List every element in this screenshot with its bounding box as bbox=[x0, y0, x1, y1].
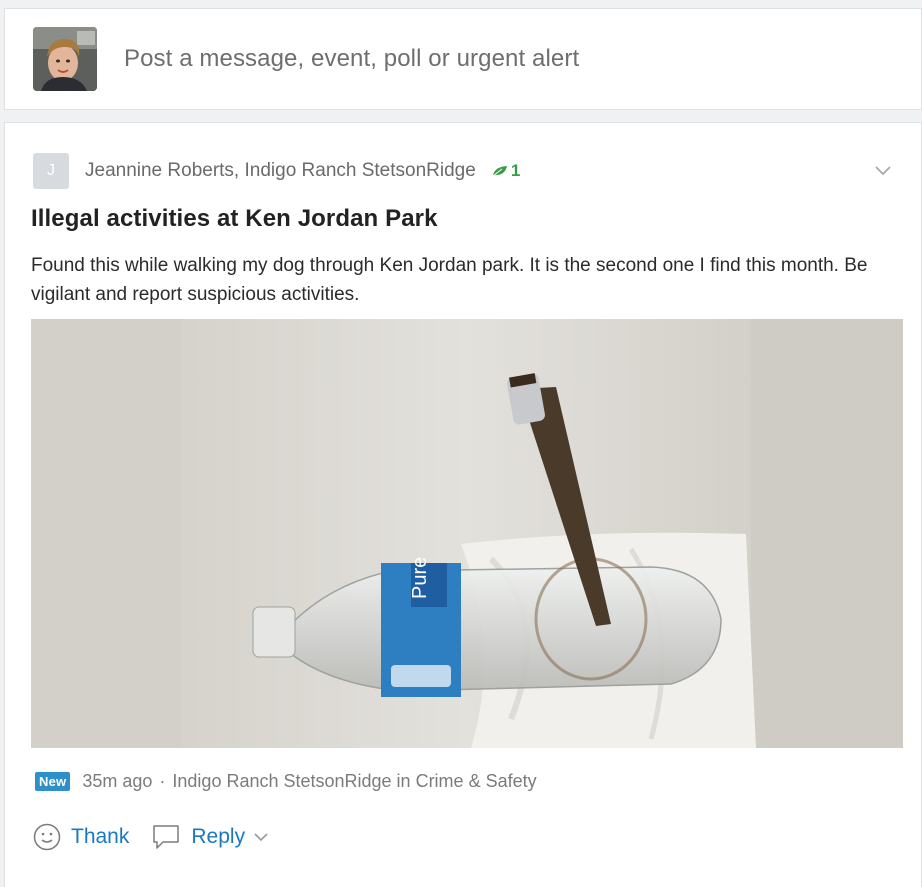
post-actions: Thank Reply bbox=[33, 823, 301, 851]
post-meta: New 35m ago · Indigo Ranch StetsonRidge … bbox=[35, 771, 537, 792]
leaf-count: 1 bbox=[510, 161, 521, 180]
feed-post: J Jeannine Roberts, Indigo Ranch Stetson… bbox=[4, 122, 922, 887]
post-body: Found this while walking my dog through … bbox=[31, 255, 868, 305]
smiley-icon bbox=[33, 823, 61, 851]
thank-button[interactable]: Thank bbox=[33, 823, 129, 851]
post-author-row: J Jeannine Roberts, Indigo Ranch Stetson… bbox=[33, 153, 520, 189]
post-composer[interactable]: Post a message, event, poll or urgent al… bbox=[4, 8, 922, 110]
reply-button[interactable]: Reply bbox=[151, 823, 279, 851]
leaf-badge: 1 bbox=[492, 161, 520, 181]
post-image[interactable]: Pure bbox=[31, 319, 903, 748]
post-title[interactable]: Illegal activities at Ken Jordan Park bbox=[31, 205, 438, 233]
user-avatar bbox=[33, 27, 97, 91]
thank-label: Thank bbox=[71, 825, 130, 848]
user-photo-icon bbox=[33, 27, 97, 91]
meta-separator: · bbox=[159, 771, 166, 791]
leaf-icon bbox=[492, 166, 507, 177]
speech-bubble-icon bbox=[153, 825, 180, 849]
new-badge: New bbox=[35, 772, 71, 791]
chevron-down-icon[interactable] bbox=[873, 163, 893, 177]
bottle-photo-image: Pure bbox=[31, 319, 903, 748]
author-avatar[interactable]: J bbox=[33, 153, 69, 189]
post-location[interactable]: Indigo Ranch StetsonRidge in Crime & Saf… bbox=[172, 771, 536, 792]
svg-text:Pure: Pure bbox=[409, 557, 431, 599]
post-time[interactable]: 35m ago bbox=[82, 771, 152, 792]
author-name[interactable]: Jeannine Roberts, Indigo Ranch StetsonRi… bbox=[85, 160, 476, 182]
composer-placeholder[interactable]: Post a message, event, poll or urgent al… bbox=[124, 45, 579, 73]
reply-label: Reply bbox=[191, 825, 246, 848]
chevron-down-icon[interactable] bbox=[253, 832, 269, 842]
